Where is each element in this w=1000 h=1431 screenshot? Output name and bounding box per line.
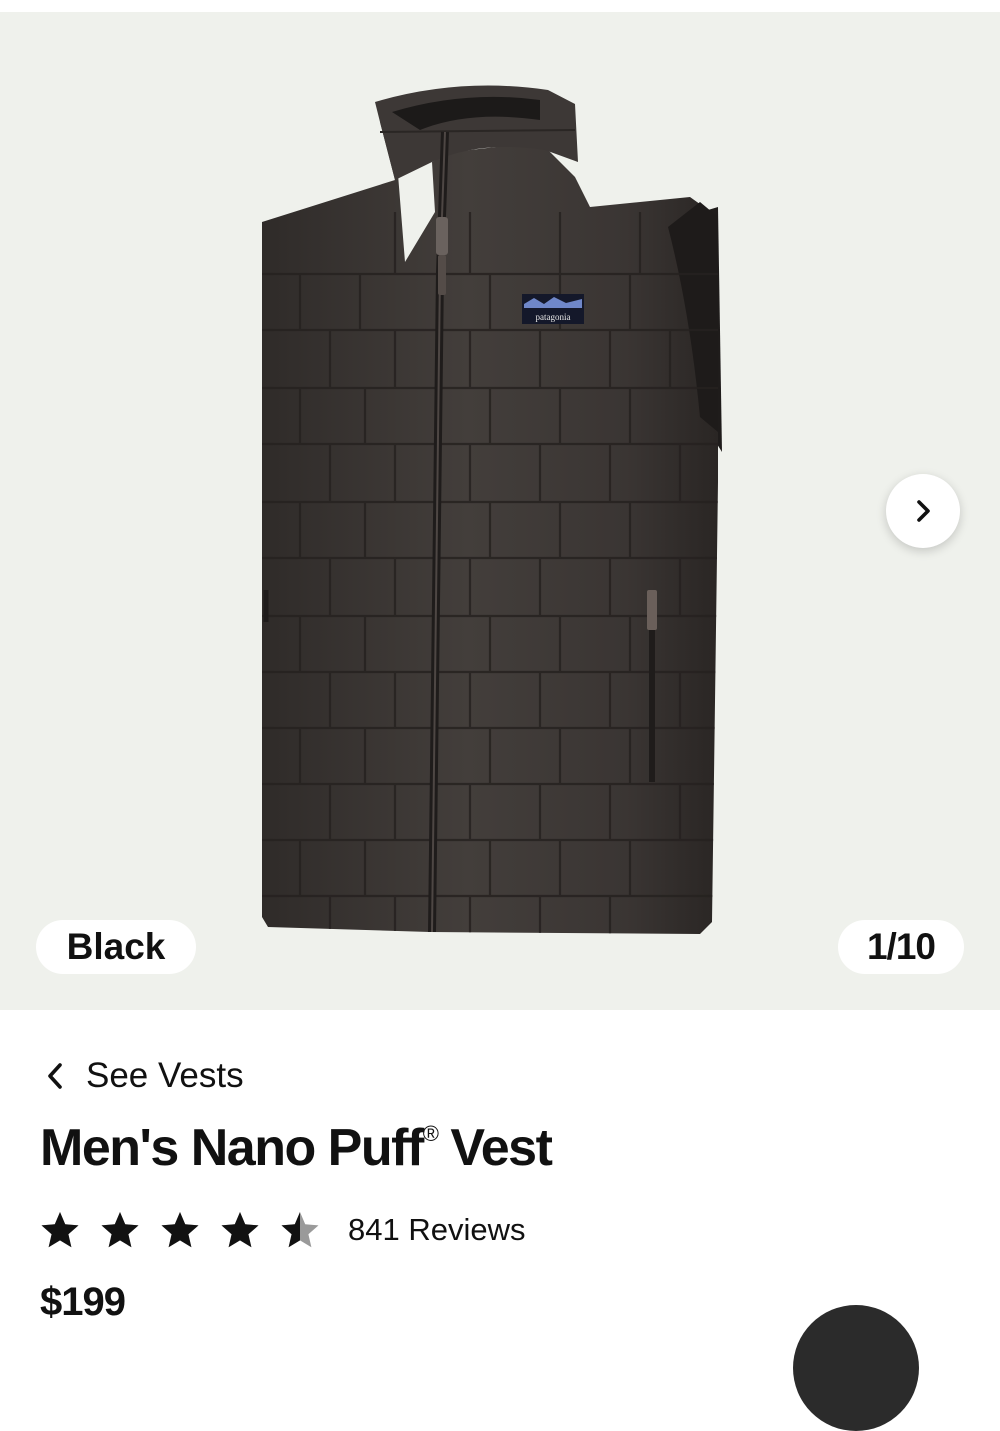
star-full-icon — [41, 1212, 79, 1248]
product-title: Men's Nano Puff® Vest — [40, 1118, 553, 1178]
back-link-label: See Vests — [86, 1056, 244, 1095]
product-rating[interactable]: 841 Reviews — [40, 1204, 525, 1256]
star-half-icon — [281, 1212, 319, 1248]
product-image: patagonia — [262, 85, 722, 934]
product-price: $199 — [40, 1280, 126, 1324]
chevron-left-icon — [48, 1063, 62, 1089]
image-counter: 1/10 — [866, 926, 936, 967]
back-to-vests-link[interactable]: See Vests — [46, 1046, 244, 1106]
product-title-main: Men's Nano Puff — [40, 1119, 424, 1177]
top-strip — [0, 0, 1000, 12]
chevron-right-icon — [917, 500, 930, 522]
star-full-icon — [101, 1212, 139, 1248]
color-label-badge: Black — [36, 920, 196, 974]
registered-mark: ® — [422, 1120, 439, 1146]
color-label: Black — [66, 926, 166, 967]
star-full-icon — [221, 1212, 259, 1248]
svg-text:patagonia: patagonia — [536, 312, 571, 322]
reviews-link[interactable]: 841 Reviews — [348, 1212, 525, 1248]
star-full-icon — [161, 1212, 199, 1248]
next-image-button[interactable] — [886, 474, 960, 548]
image-counter-badge: 1/10 — [838, 920, 964, 974]
rating-stars — [40, 1210, 320, 1250]
floating-action-button[interactable] — [793, 1305, 919, 1431]
product-gallery[interactable]: patagonia Black 1/10 — [0, 12, 1000, 1010]
product-title-end: Vest — [437, 1119, 552, 1177]
